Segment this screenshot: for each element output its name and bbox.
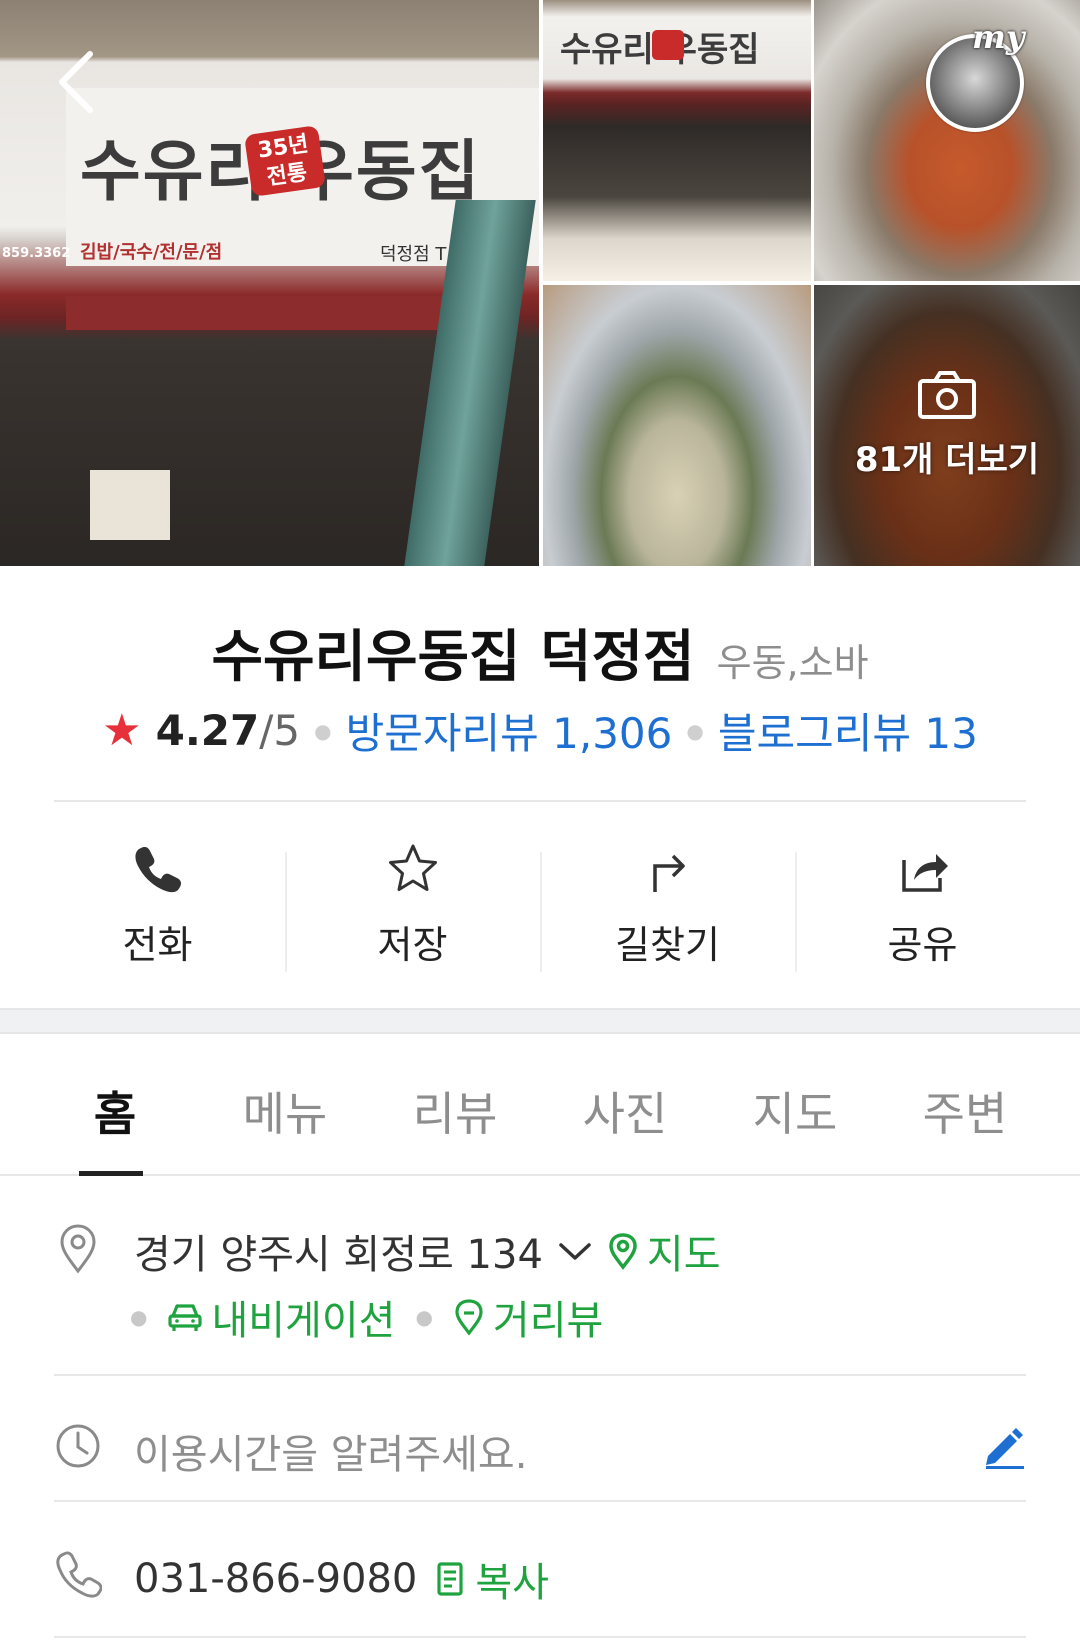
- call-label: 전화: [122, 923, 193, 967]
- address-links: ● 내비게이션 ● 거리뷰: [130, 1288, 603, 1346]
- phone-outline-icon: [56, 1551, 102, 1598]
- photo-gallery: 수유리 우동집 35년 전통 김밥/국수/전/문/점 덕정점 T 859.336…: [0, 0, 1080, 566]
- rating-score: 4.27: [155, 706, 260, 755]
- star-icon: [388, 844, 437, 891]
- tab-menu[interactable]: 메뉴: [205, 1034, 365, 1174]
- tab-bar: 홈 메뉴 리뷰 사진 지도 주변: [0, 1034, 1080, 1176]
- roadview-pin-icon: [455, 1299, 483, 1336]
- rating-star-icon: ★: [102, 705, 142, 756]
- rating-max: /5: [259, 706, 301, 755]
- navigation-link[interactable]: 내비게이션: [167, 1288, 395, 1346]
- share-label: 공유: [887, 923, 958, 967]
- phone-row: 031-866-9080 복사: [134, 1550, 549, 1608]
- rating-row: ★ 4.27/5 ● 방문자리뷰 1,306 ● 블로그리뷰 13: [0, 700, 1080, 761]
- door-sign: [90, 470, 170, 540]
- hours-placeholder[interactable]: 이용시간을 알려주세요.: [134, 1422, 527, 1480]
- action-bar: 전화 저장 길찾기 공유: [30, 840, 1050, 980]
- place-category: 우동,소바: [716, 641, 869, 685]
- store-sign-stamp: 35년 전통: [244, 125, 326, 197]
- my-badge: my: [972, 18, 1025, 56]
- car-navigation-icon: [168, 1304, 203, 1331]
- map-link[interactable]: 지도: [607, 1222, 721, 1280]
- pencil-edit-icon[interactable]: [980, 1424, 1026, 1470]
- place-name: 수유리우동집 덕정점: [211, 625, 695, 690]
- directions-label: 길찾기: [615, 923, 720, 967]
- store-sign-phone: 859.3362: [2, 246, 71, 261]
- separator-dot: ●: [130, 1305, 148, 1329]
- tab-home[interactable]: 홈: [35, 1034, 195, 1176]
- share-button[interactable]: 공유: [795, 840, 1050, 980]
- separator-dot: ●: [314, 718, 332, 743]
- address-row: 경기 양주시 회정로 134 지도: [134, 1222, 721, 1280]
- storefront-sign-stamp: [652, 30, 684, 60]
- divider: [54, 1636, 1026, 1638]
- address-text: 경기 양주시 회정로 134: [134, 1232, 543, 1278]
- tab-nearby[interactable]: 주변: [885, 1034, 1045, 1174]
- camera-icon: [918, 371, 976, 419]
- map-link-label: 지도: [646, 1232, 721, 1278]
- copy-button[interactable]: 복사: [435, 1550, 549, 1608]
- roadview-link[interactable]: 거리뷰: [453, 1288, 603, 1346]
- chevron-down-icon[interactable]: [557, 1239, 593, 1263]
- clock-icon: [56, 1424, 100, 1468]
- section-gap: [0, 1008, 1080, 1034]
- more-photos-label: 81개 더보기: [854, 440, 1040, 480]
- map-pin-icon: [609, 1233, 637, 1270]
- tab-map[interactable]: 지도: [715, 1034, 875, 1174]
- divider: [54, 800, 1026, 802]
- phone-number[interactable]: 031-866-9080: [134, 1556, 417, 1602]
- visitor-reviews-link[interactable]: 방문자리뷰 1,306: [346, 700, 673, 761]
- separator-dot: ●: [686, 718, 704, 743]
- roadview-link-label: 거리뷰: [492, 1298, 604, 1344]
- navigation-link-label: 내비게이션: [211, 1298, 396, 1344]
- separator-dot: ●: [415, 1305, 433, 1329]
- copy-label: 복사: [475, 1560, 549, 1606]
- save-button[interactable]: 저장: [285, 840, 540, 980]
- more-photos-button[interactable]: 81개 더보기: [814, 285, 1080, 566]
- store-sign-subtitle: 김밥/국수/전/문/점: [80, 242, 223, 263]
- share-icon: [901, 854, 948, 892]
- call-button[interactable]: 전화: [30, 840, 285, 980]
- back-arrow-icon[interactable]: [42, 40, 112, 120]
- place-title-row: 수유리우동집 덕정점 우동,소바: [0, 612, 1080, 693]
- tab-reviews[interactable]: 리뷰: [375, 1034, 535, 1174]
- phone-icon: [134, 847, 181, 893]
- blog-reviews-link[interactable]: 블로그리뷰 13: [718, 700, 978, 761]
- save-label: 저장: [377, 923, 448, 967]
- divider: [54, 1500, 1026, 1502]
- tab-photos[interactable]: 사진: [545, 1034, 705, 1174]
- photo-udon-bowl[interactable]: [543, 285, 811, 566]
- directions-button[interactable]: 길찾기: [540, 840, 795, 980]
- directions-icon: [652, 854, 685, 892]
- divider: [54, 1374, 1026, 1376]
- copy-icon: [437, 1562, 463, 1596]
- store-sign-branch: 덕정점 T: [380, 244, 447, 265]
- location-pin-icon: [60, 1224, 96, 1274]
